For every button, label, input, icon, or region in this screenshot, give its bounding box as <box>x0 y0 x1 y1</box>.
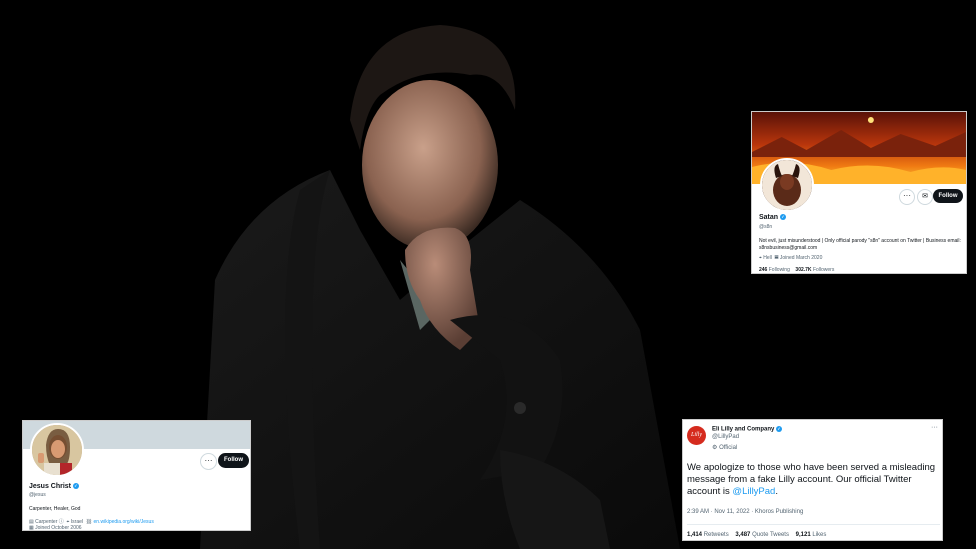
profile-stats: 246 Following 302.7K Followers <box>759 267 834 273</box>
profile-meta: ⌖ Hell ▦ Joined March 2020 <box>759 255 822 261</box>
tweet-stats: 1,414 Retweets 3,487 Quote Tweets 9,121 … <box>687 532 826 538</box>
tweet-text-end: . <box>775 486 778 497</box>
retweets-count: 1,414 <box>687 532 703 538</box>
profile-name-text: Satan <box>759 214 779 221</box>
profile-handle: @jesus <box>29 492 46 498</box>
more-options-button[interactable]: ··· <box>200 453 217 470</box>
quotes-label: Quote Tweets <box>752 532 789 538</box>
tweet-text: We apologize to those who have been serv… <box>687 462 937 498</box>
likes-link[interactable]: 9,121 Likes <box>796 532 827 538</box>
lilly-tweet-card: Lilly Eli Lilly and Company ✓ @LillyPad … <box>682 419 943 541</box>
verified-badge-icon: ✓ <box>72 483 79 490</box>
official-icon: ⚙ <box>712 445 718 451</box>
more-options-button[interactable]: ··· <box>899 189 915 205</box>
message-icon[interactable]: ✉ <box>917 189 933 205</box>
satan-avatar[interactable] <box>760 158 814 212</box>
divider <box>687 524 940 525</box>
profile-name-text: Jesus Christ <box>29 483 72 490</box>
official-label: ⚙ Official <box>712 444 737 451</box>
verified-badge-icon: ✓ <box>780 214 787 221</box>
author-name-text: Eli Lilly and Company <box>712 426 775 433</box>
mention-link[interactable]: @LillyPad <box>732 486 775 497</box>
verified-badge-icon: ✓ <box>776 426 783 432</box>
following-link[interactable]: 246 Following <box>759 267 790 273</box>
official-text: Official <box>719 445 738 451</box>
followers-link[interactable]: 302.7K Followers <box>795 267 834 273</box>
joined-text: Joined March 2020 <box>779 255 823 261</box>
likes-count: 9,121 <box>795 532 811 538</box>
calendar-icon: ▦ <box>29 525 34 531</box>
tweet-timestamp[interactable]: 2:39 AM · Nov 11, 2022 · Khoros Publishi… <box>687 509 803 515</box>
tweet-text-body: We apologize to those who have been serv… <box>687 462 936 497</box>
retweets-link[interactable]: 1,414 Retweets <box>687 532 729 538</box>
quotes-count: 3,487 <box>735 532 751 538</box>
tweet-author-name[interactable]: Eli Lilly and Company ✓ <box>712 426 783 433</box>
following-label: Following <box>768 267 790 273</box>
satan-profile-card: ··· ✉ Follow Satan ✓ @s8n Not evil, just… <box>751 111 967 274</box>
profile-name: Satan ✓ <box>759 214 787 221</box>
more-options-icon[interactable]: ··· <box>931 424 938 431</box>
location-icon: ⌖ <box>759 255 762 261</box>
profile-bio: Not evil, just misunderstood | Only offi… <box>759 238 961 251</box>
followers-label: Followers <box>812 267 835 273</box>
followers-count: 302.7K <box>795 267 812 273</box>
likes-label: Likes <box>812 532 827 538</box>
location-text: Hell <box>763 255 772 261</box>
following-count: 246 <box>759 267 768 273</box>
joined-text: Joined October 2006 <box>35 525 82 531</box>
retweets-label: Retweets <box>703 532 729 538</box>
lilly-logo-avatar[interactable]: Lilly <box>687 426 706 445</box>
tweet-author-handle[interactable]: @LillyPad <box>712 434 739 440</box>
website-link[interactable]: en.wikipedia.org/wiki/Jesus <box>94 519 154 525</box>
profile-name: Jesus Christ ✓ <box>29 483 79 490</box>
profile-joined: ▦ Joined October 2006 <box>29 525 82 531</box>
profile-bio: Carpenter, Healer, God <box>29 506 81 512</box>
link-icon: ⛓ <box>85 519 93 525</box>
jesus-avatar[interactable] <box>30 423 84 477</box>
follow-button[interactable]: Follow <box>218 453 249 468</box>
jesus-profile-card: ··· Follow Jesus Christ ✓ @jesus Carpent… <box>22 420 251 531</box>
calendar-icon: ▦ <box>774 255 779 261</box>
follow-button[interactable]: Follow <box>933 189 963 203</box>
profile-handle: @s8n <box>759 224 773 230</box>
quotes-link[interactable]: 3,487 Quote Tweets <box>735 532 789 538</box>
profile-meta: ▤ Carpenter ⓘ ⌖ Israel ⛓ en.wikipedia.or… <box>29 518 154 525</box>
